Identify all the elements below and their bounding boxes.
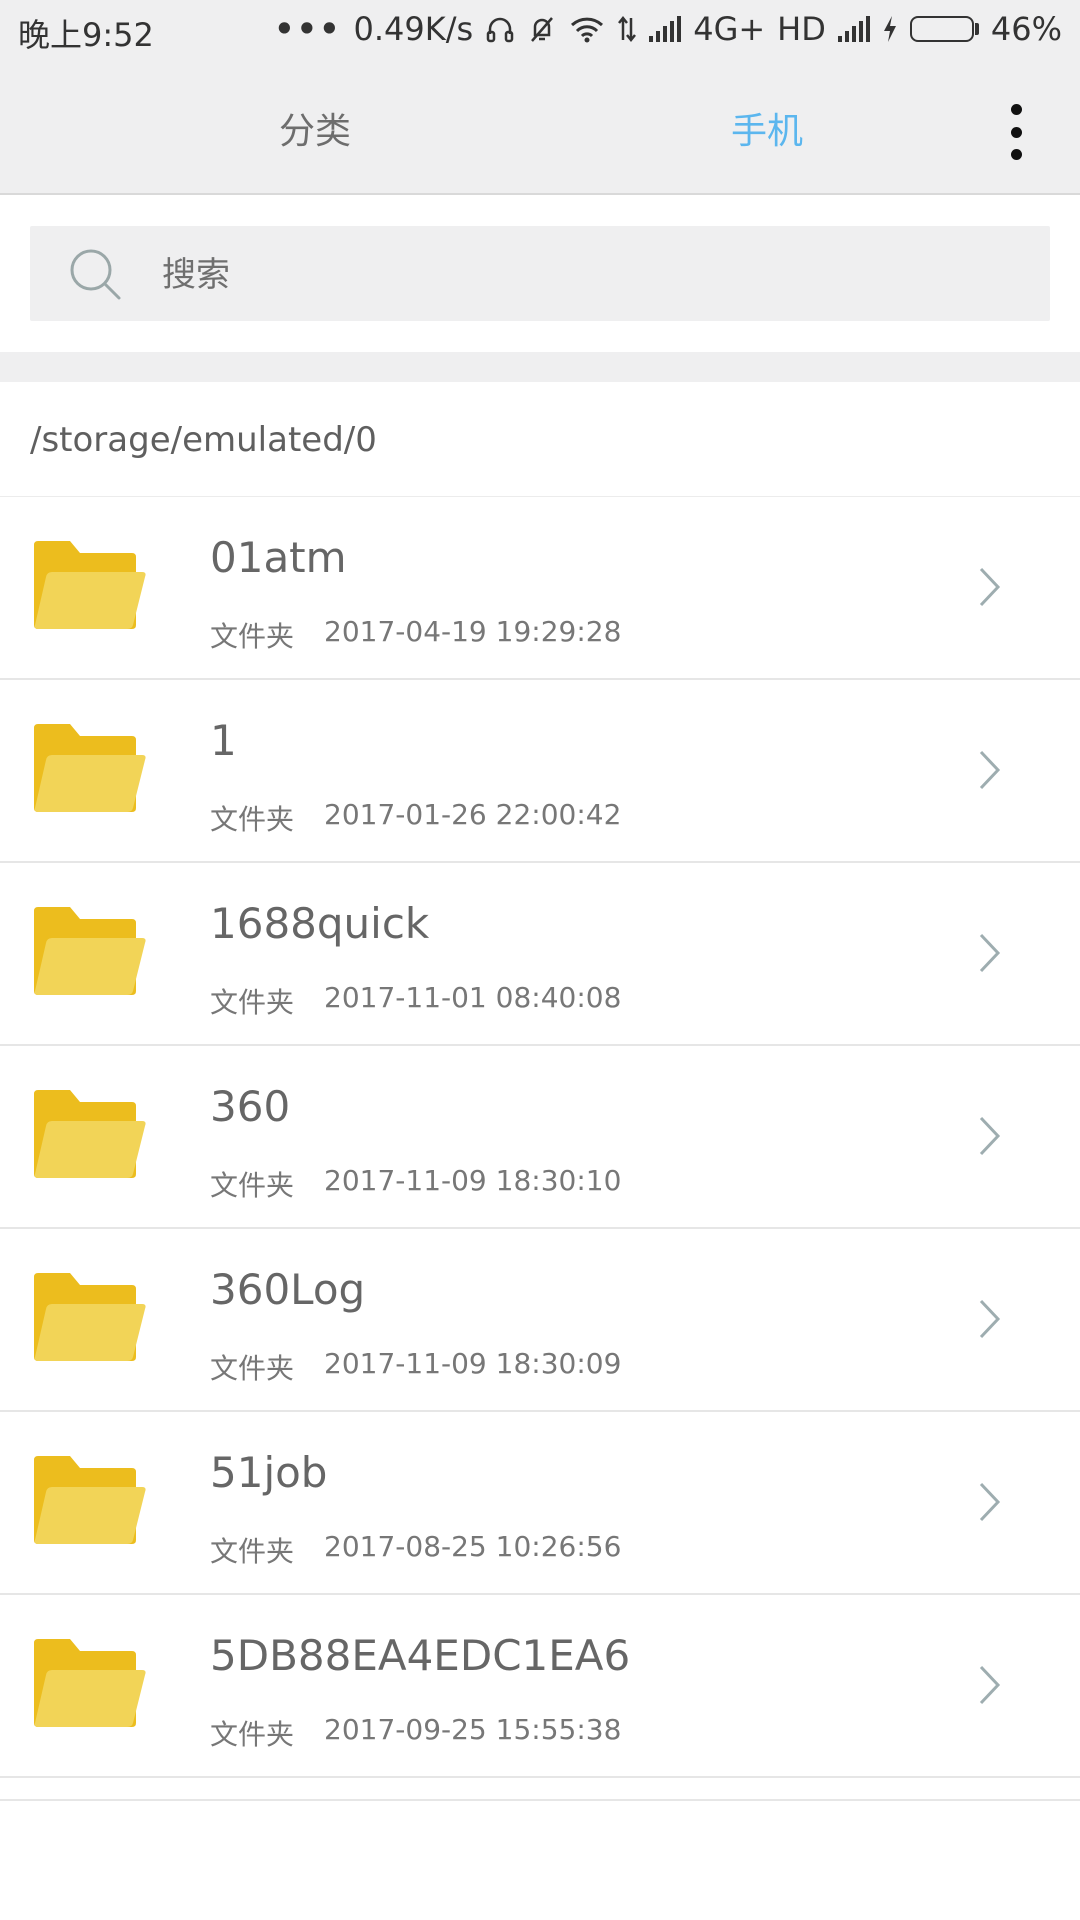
file-date: 2017-01-26 22:00:42 xyxy=(324,798,622,831)
signal-icon xyxy=(649,16,682,42)
search-box[interactable] xyxy=(30,226,1050,323)
search-section xyxy=(0,195,1080,352)
file-type: 文件夹 xyxy=(210,1718,295,1751)
chevron-right-icon xyxy=(979,750,1001,790)
chevron-right-icon xyxy=(979,1665,1001,1705)
list-item[interactable]: 360Log 文件夹 2017-11-09 18:30:09 xyxy=(0,1229,1080,1412)
chevron-right-icon xyxy=(979,1299,1001,1339)
file-date: 2017-11-09 18:30:09 xyxy=(324,1347,622,1380)
wifi-icon xyxy=(569,14,605,44)
file-name: 1 xyxy=(210,716,237,765)
folder-icon xyxy=(34,1090,146,1178)
divider xyxy=(0,1799,1080,1801)
file-meta: 文件夹 2017-04-19 19:29:28 xyxy=(210,615,621,655)
folder-icon xyxy=(34,1456,146,1544)
headphones-icon xyxy=(485,14,515,44)
list-item[interactable]: 51job 文件夹 2017-08-25 10:26:56 xyxy=(0,1412,1080,1595)
file-manager-screen: 晚上9:52 ••• 0.49K/s 4G+ HD 46% 分类 手机 搜索 /… xyxy=(0,0,1080,1920)
more-options-icon[interactable] xyxy=(1006,104,1026,160)
network-speed: 0.49K/s xyxy=(353,10,474,48)
list-item[interactable]: 360 文件夹 2017-11-09 18:30:10 xyxy=(0,1046,1080,1229)
section-divider xyxy=(0,352,1080,382)
file-meta: 文件夹 2017-11-01 08:40:08 xyxy=(210,981,621,1021)
hd-indicator: HD xyxy=(777,10,826,48)
more-notifications-icon: ••• xyxy=(274,10,342,48)
search-input[interactable] xyxy=(160,226,1024,323)
file-name: 51job xyxy=(210,1448,328,1497)
chevron-right-icon xyxy=(979,1482,1001,1522)
file-name: 360Log xyxy=(210,1265,366,1314)
file-date: 2017-04-19 19:29:28 xyxy=(324,615,622,648)
folder-icon xyxy=(34,907,146,995)
file-name: 360 xyxy=(210,1082,291,1131)
file-type: 文件夹 xyxy=(210,1535,295,1568)
file-name: 5DB88EA4EDC1EA6 xyxy=(210,1631,631,1680)
list-item[interactable]: 1 文件夹 2017-01-26 22:00:42 xyxy=(0,680,1080,863)
file-date: 2017-11-01 08:40:08 xyxy=(324,981,622,1014)
list-item[interactable]: 01atm 文件夹 2017-04-19 19:29:28 xyxy=(0,497,1080,680)
file-date: 2017-11-09 18:30:10 xyxy=(324,1164,622,1197)
chevron-right-icon xyxy=(979,567,1001,607)
status-bar: 晚上9:52 ••• 0.49K/s 4G+ HD 46% xyxy=(0,0,1080,62)
current-path: /storage/emulated/0 xyxy=(30,420,377,460)
chevron-right-icon xyxy=(979,933,1001,973)
list-item[interactable]: 1688quick 文件夹 2017-11-01 08:40:08 xyxy=(0,863,1080,1046)
file-list: 01atm 文件夹 2017-04-19 19:29:28 1 文件夹 2017-0… xyxy=(0,497,1080,1778)
file-type: 文件夹 xyxy=(210,620,295,653)
status-icons: ••• 0.49K/s 4G+ HD 46% xyxy=(274,10,1062,48)
file-name: 1688quick xyxy=(210,899,430,948)
file-date: 2017-09-25 15:55:38 xyxy=(324,1713,622,1746)
charging-bolt-icon xyxy=(882,14,898,44)
bell-muted-icon xyxy=(527,14,557,44)
file-meta: 文件夹 2017-11-09 18:30:10 xyxy=(210,1164,621,1204)
file-meta: 文件夹 2017-08-25 10:26:56 xyxy=(210,1530,621,1570)
file-meta: 文件夹 2017-01-26 22:00:42 xyxy=(210,798,621,838)
signal-icon xyxy=(837,16,870,42)
list-item[interactable]: 5DB88EA4EDC1EA6 文件夹 2017-09-25 15:55:38 xyxy=(0,1595,1080,1778)
status-time: 晚上9:52 xyxy=(18,16,154,54)
folder-icon xyxy=(34,1639,146,1727)
file-meta: 文件夹 2017-11-09 18:30:09 xyxy=(210,1347,621,1387)
folder-icon xyxy=(34,1273,146,1361)
battery-icon xyxy=(909,16,979,42)
file-date: 2017-08-25 10:26:56 xyxy=(324,1530,622,1563)
file-type: 文件夹 xyxy=(210,1352,295,1385)
network-type: 4G+ xyxy=(693,10,766,48)
folder-icon xyxy=(34,541,146,629)
file-type: 文件夹 xyxy=(210,803,295,836)
tab-bar: 分类 手机 xyxy=(0,62,1080,195)
chevron-right-icon xyxy=(979,1116,1001,1156)
breadcrumb: /storage/emulated/0 xyxy=(0,382,1080,497)
battery-percent: 46% xyxy=(990,10,1062,48)
tab-phone[interactable]: 手机 xyxy=(731,102,803,154)
file-type: 文件夹 xyxy=(210,1169,295,1202)
folder-icon xyxy=(34,724,146,812)
data-arrows-icon xyxy=(617,14,637,44)
file-meta: 文件夹 2017-09-25 15:55:38 xyxy=(210,1713,621,1753)
file-type: 文件夹 xyxy=(210,986,295,1019)
file-name: 01atm xyxy=(210,533,347,582)
search-icon xyxy=(70,249,121,300)
tab-category[interactable]: 分类 xyxy=(279,102,351,154)
